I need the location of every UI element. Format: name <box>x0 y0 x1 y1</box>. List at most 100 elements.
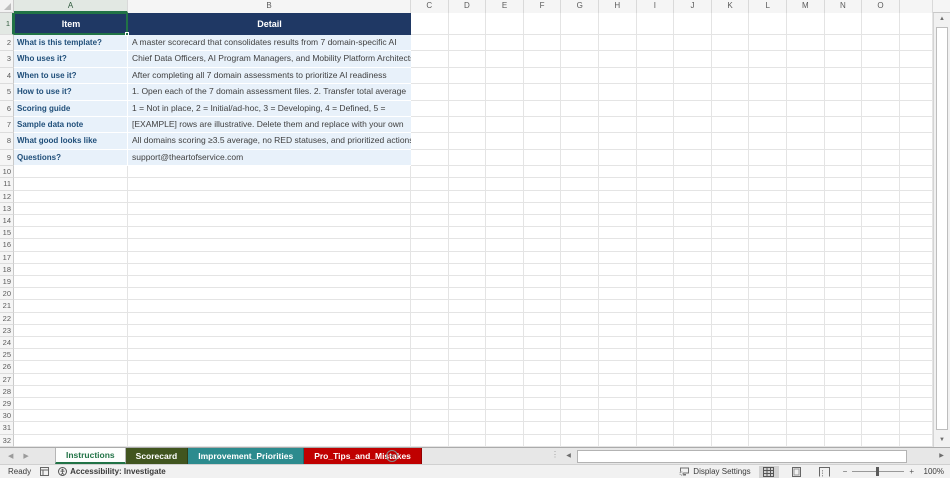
scroll-right-icon[interactable]: ▶ <box>935 450 948 463</box>
row-header-29[interactable]: 29 <box>0 398 14 410</box>
row-header-17[interactable]: 17 <box>0 252 14 264</box>
vertical-scrollbar-thumb[interactable] <box>936 27 948 430</box>
column-header-N[interactable]: N <box>825 0 863 13</box>
row-header-19[interactable]: 19 <box>0 276 14 288</box>
normal-view-button[interactable] <box>759 466 779 478</box>
macro-record-icon[interactable] <box>40 467 49 476</box>
column-header-I[interactable]: I <box>637 0 675 13</box>
cell-A1[interactable]: Item <box>14 13 128 35</box>
cell-B4[interactable]: After completing all 7 domain assessment… <box>128 68 411 84</box>
column-header-F[interactable]: F <box>524 0 562 13</box>
gridline <box>448 13 449 447</box>
cell-B5[interactable]: 1. Open each of the 7 domain assessment … <box>128 84 411 100</box>
page-layout-view-button[interactable] <box>787 466 807 478</box>
cell-A7[interactable]: Sample data note <box>14 117 128 133</box>
zoom-slider-thumb[interactable] <box>876 467 879 476</box>
row-header-7[interactable]: 7 <box>0 117 14 133</box>
horizontal-scrollbar[interactable]: ◀ ▶ <box>562 449 948 464</box>
row-header-27[interactable]: 27 <box>0 374 14 386</box>
column-header-K[interactable]: K <box>712 0 750 13</box>
row-header-14[interactable]: 14 <box>0 215 14 227</box>
row-header-23[interactable]: 23 <box>0 325 14 337</box>
new-sheet-button[interactable]: + <box>386 450 398 462</box>
column-header-B[interactable]: B <box>128 0 411 13</box>
zoom-out-icon[interactable]: − <box>843 467 848 476</box>
row-header-9[interactable]: 9 <box>0 150 14 166</box>
row-header-10[interactable]: 10 <box>0 166 14 178</box>
cell-A3[interactable]: Who uses it? <box>14 51 128 67</box>
cell-A4[interactable]: When to use it? <box>14 68 128 84</box>
cell-A9[interactable]: Questions? <box>14 150 128 166</box>
row-header-31[interactable]: 31 <box>0 422 14 434</box>
tab-nav-right-icon[interactable]: ▶ <box>23 452 28 460</box>
column-header-D[interactable]: D <box>449 0 487 13</box>
cell-B1[interactable]: Detail <box>128 13 411 35</box>
sheet-tab-pro_tips_and_mistakes[interactable]: Pro_Tips_and_Mistakes <box>304 448 422 464</box>
status-left: Ready Accessibility: Investigate <box>0 467 166 476</box>
zoom-in-icon[interactable]: + <box>909 467 914 476</box>
row-header-25[interactable]: 25 <box>0 349 14 361</box>
column-header-L[interactable]: L <box>749 0 787 13</box>
row-header-8[interactable]: 8 <box>0 133 14 149</box>
tab-navigation: ◀ ▶ <box>4 448 29 464</box>
cell-B7[interactable]: [EXAMPLE] rows are illustrative. Delete … <box>128 117 411 133</box>
cell-B2[interactable]: A master scorecard that consolidates res… <box>128 35 411 51</box>
column-header-O[interactable]: O <box>862 0 900 13</box>
vertical-scrollbar[interactable]: ▲ ▼ <box>933 13 950 447</box>
row-header-24[interactable]: 24 <box>0 337 14 349</box>
cell-A8[interactable]: What good looks like <box>14 133 128 149</box>
row-header-12[interactable]: 12 <box>0 191 14 203</box>
cell-A5[interactable]: How to use it? <box>14 84 128 100</box>
row-header-13[interactable]: 13 <box>0 203 14 215</box>
cell-B3[interactable]: Chief Data Officers, AI Program Managers… <box>128 51 411 67</box>
row-header-30[interactable]: 30 <box>0 410 14 422</box>
row-header-16[interactable]: 16 <box>0 239 14 251</box>
cell-B6[interactable]: 1 = Not in place, 2 = Initial/ad-hoc, 3 … <box>128 101 411 117</box>
zoom-level[interactable]: 100% <box>922 467 944 476</box>
sheet-tab-instructions[interactable]: Instructions <box>55 448 126 464</box>
row-header-20[interactable]: 20 <box>0 288 14 300</box>
column-header-J[interactable]: J <box>674 0 712 13</box>
zoom-slider[interactable]: − + <box>843 467 914 476</box>
row-header-1[interactable]: 1 <box>0 13 14 35</box>
gridline <box>598 13 599 447</box>
row-header-11[interactable]: 11 <box>0 178 14 190</box>
column-header-M[interactable]: M <box>787 0 825 13</box>
column-header-H[interactable]: H <box>599 0 637 13</box>
sheet-tab-improvement_priorities[interactable]: Improvement_Priorities <box>188 448 304 464</box>
horizontal-scrollbar-thumb[interactable] <box>577 450 907 463</box>
page-break-view-button[interactable] <box>815 466 835 478</box>
column-header-A[interactable]: A <box>14 0 128 13</box>
scroll-up-icon[interactable]: ▲ <box>934 13 950 26</box>
tab-nav-left-icon[interactable]: ◀ <box>8 452 13 460</box>
column-header-G[interactable]: G <box>561 0 599 13</box>
cell-A6[interactable]: Scoring guide <box>14 101 128 117</box>
row-header-22[interactable]: 22 <box>0 313 14 325</box>
row-header-2[interactable]: 2 <box>0 35 14 51</box>
row-header-3[interactable]: 3 <box>0 51 14 67</box>
scroll-left-icon[interactable]: ◀ <box>562 450 575 463</box>
cell-A2[interactable]: What is this template? <box>14 35 128 51</box>
sheet-tab-scorecard[interactable]: Scorecard <box>126 448 189 464</box>
row-header-28[interactable]: 28 <box>0 386 14 398</box>
tab-area-resize-handle[interactable]: ⋮ <box>551 450 559 459</box>
row-header-26[interactable]: 26 <box>0 361 14 373</box>
gridline <box>485 13 486 447</box>
row-header-4[interactable]: 4 <box>0 68 14 84</box>
accessibility-status[interactable]: Accessibility: Investigate <box>58 467 166 476</box>
row-header-6[interactable]: 6 <box>0 101 14 117</box>
row-header-32[interactable]: 32 <box>0 435 14 447</box>
zoom-slider-track[interactable] <box>852 467 904 476</box>
row-header-21[interactable]: 21 <box>0 300 14 312</box>
cell-B9[interactable]: support@theartofservice.com <box>128 150 411 166</box>
column-header-C[interactable]: C <box>411 0 449 13</box>
scroll-down-icon[interactable]: ▼ <box>934 434 950 447</box>
row-header-5[interactable]: 5 <box>0 84 14 100</box>
row-header-15[interactable]: 15 <box>0 227 14 239</box>
row-header-18[interactable]: 18 <box>0 264 14 276</box>
display-settings-button[interactable]: Display Settings <box>679 467 750 476</box>
column-header-E[interactable]: E <box>486 0 524 13</box>
column-header-filler[interactable] <box>900 0 933 13</box>
select-all-button[interactable] <box>0 0 14 13</box>
cell-B8[interactable]: All domains scoring ≥3.5 average, no RED… <box>128 133 411 149</box>
